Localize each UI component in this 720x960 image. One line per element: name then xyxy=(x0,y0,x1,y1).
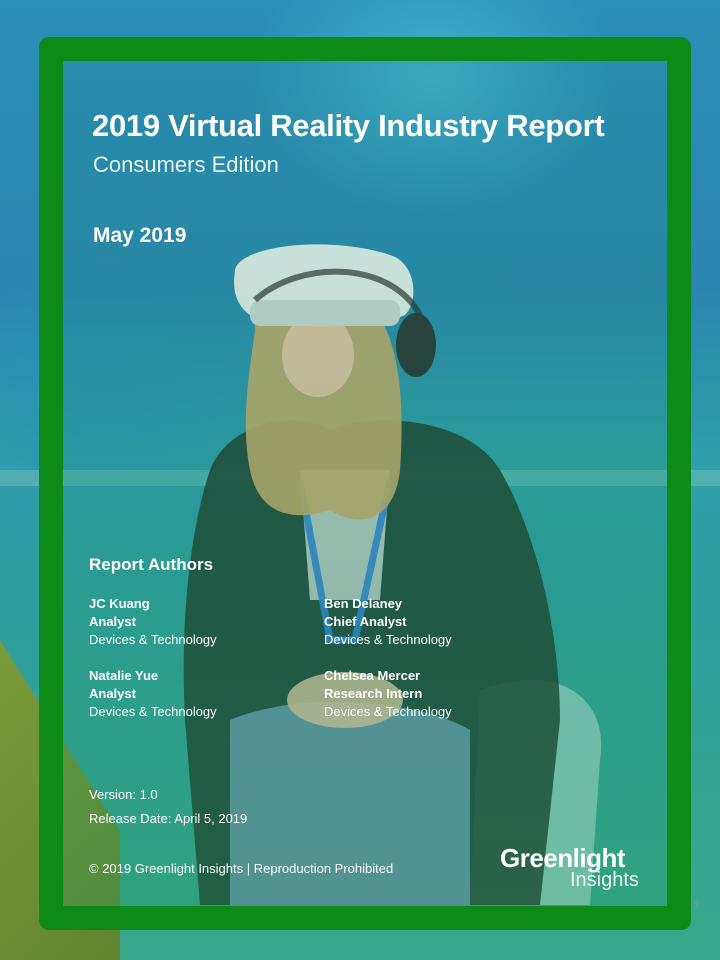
logo-line-2: Insights xyxy=(570,869,639,891)
author-name: Natalie Yue xyxy=(89,668,159,683)
authors-heading: Report Authors xyxy=(89,555,214,574)
author-name: Chelsea Mercer xyxy=(324,668,421,683)
page-number: 3 xyxy=(694,900,700,910)
author-card: Natalie Yue Analyst Devices & Technology xyxy=(89,667,217,721)
author-role: Analyst xyxy=(89,686,136,701)
author-name: JC Kuang xyxy=(89,596,150,611)
author-department: Devices & Technology xyxy=(324,632,452,647)
greenlight-insights-logo: Greenlight Insights xyxy=(500,843,660,895)
release-date-text: Release Date: April 5, 2019 xyxy=(89,811,248,826)
author-card: Ben Delaney Chief Analyst Devices & Tech… xyxy=(324,595,452,649)
author-department: Devices & Technology xyxy=(89,704,217,719)
author-card: JC Kuang Analyst Devices & Technology xyxy=(89,595,217,649)
version-text: Version: 1.0 xyxy=(89,787,158,802)
author-department: Devices & Technology xyxy=(324,704,452,719)
author-role: Chief Analyst xyxy=(324,614,407,629)
author-role: Analyst xyxy=(89,614,136,629)
author-name: Ben Delaney xyxy=(324,596,403,611)
author-card: Chelsea Mercer Research Intern Devices &… xyxy=(324,667,452,721)
author-department: Devices & Technology xyxy=(89,632,217,647)
copyright-notice: © 2019 Greenlight Insights | Reproductio… xyxy=(89,861,394,876)
author-role: Research Intern xyxy=(324,686,423,701)
report-subtitle: Consumers Edition xyxy=(93,152,279,177)
report-title: 2019 Virtual Reality Industry Report xyxy=(92,108,605,143)
report-date: May 2019 xyxy=(93,224,187,247)
